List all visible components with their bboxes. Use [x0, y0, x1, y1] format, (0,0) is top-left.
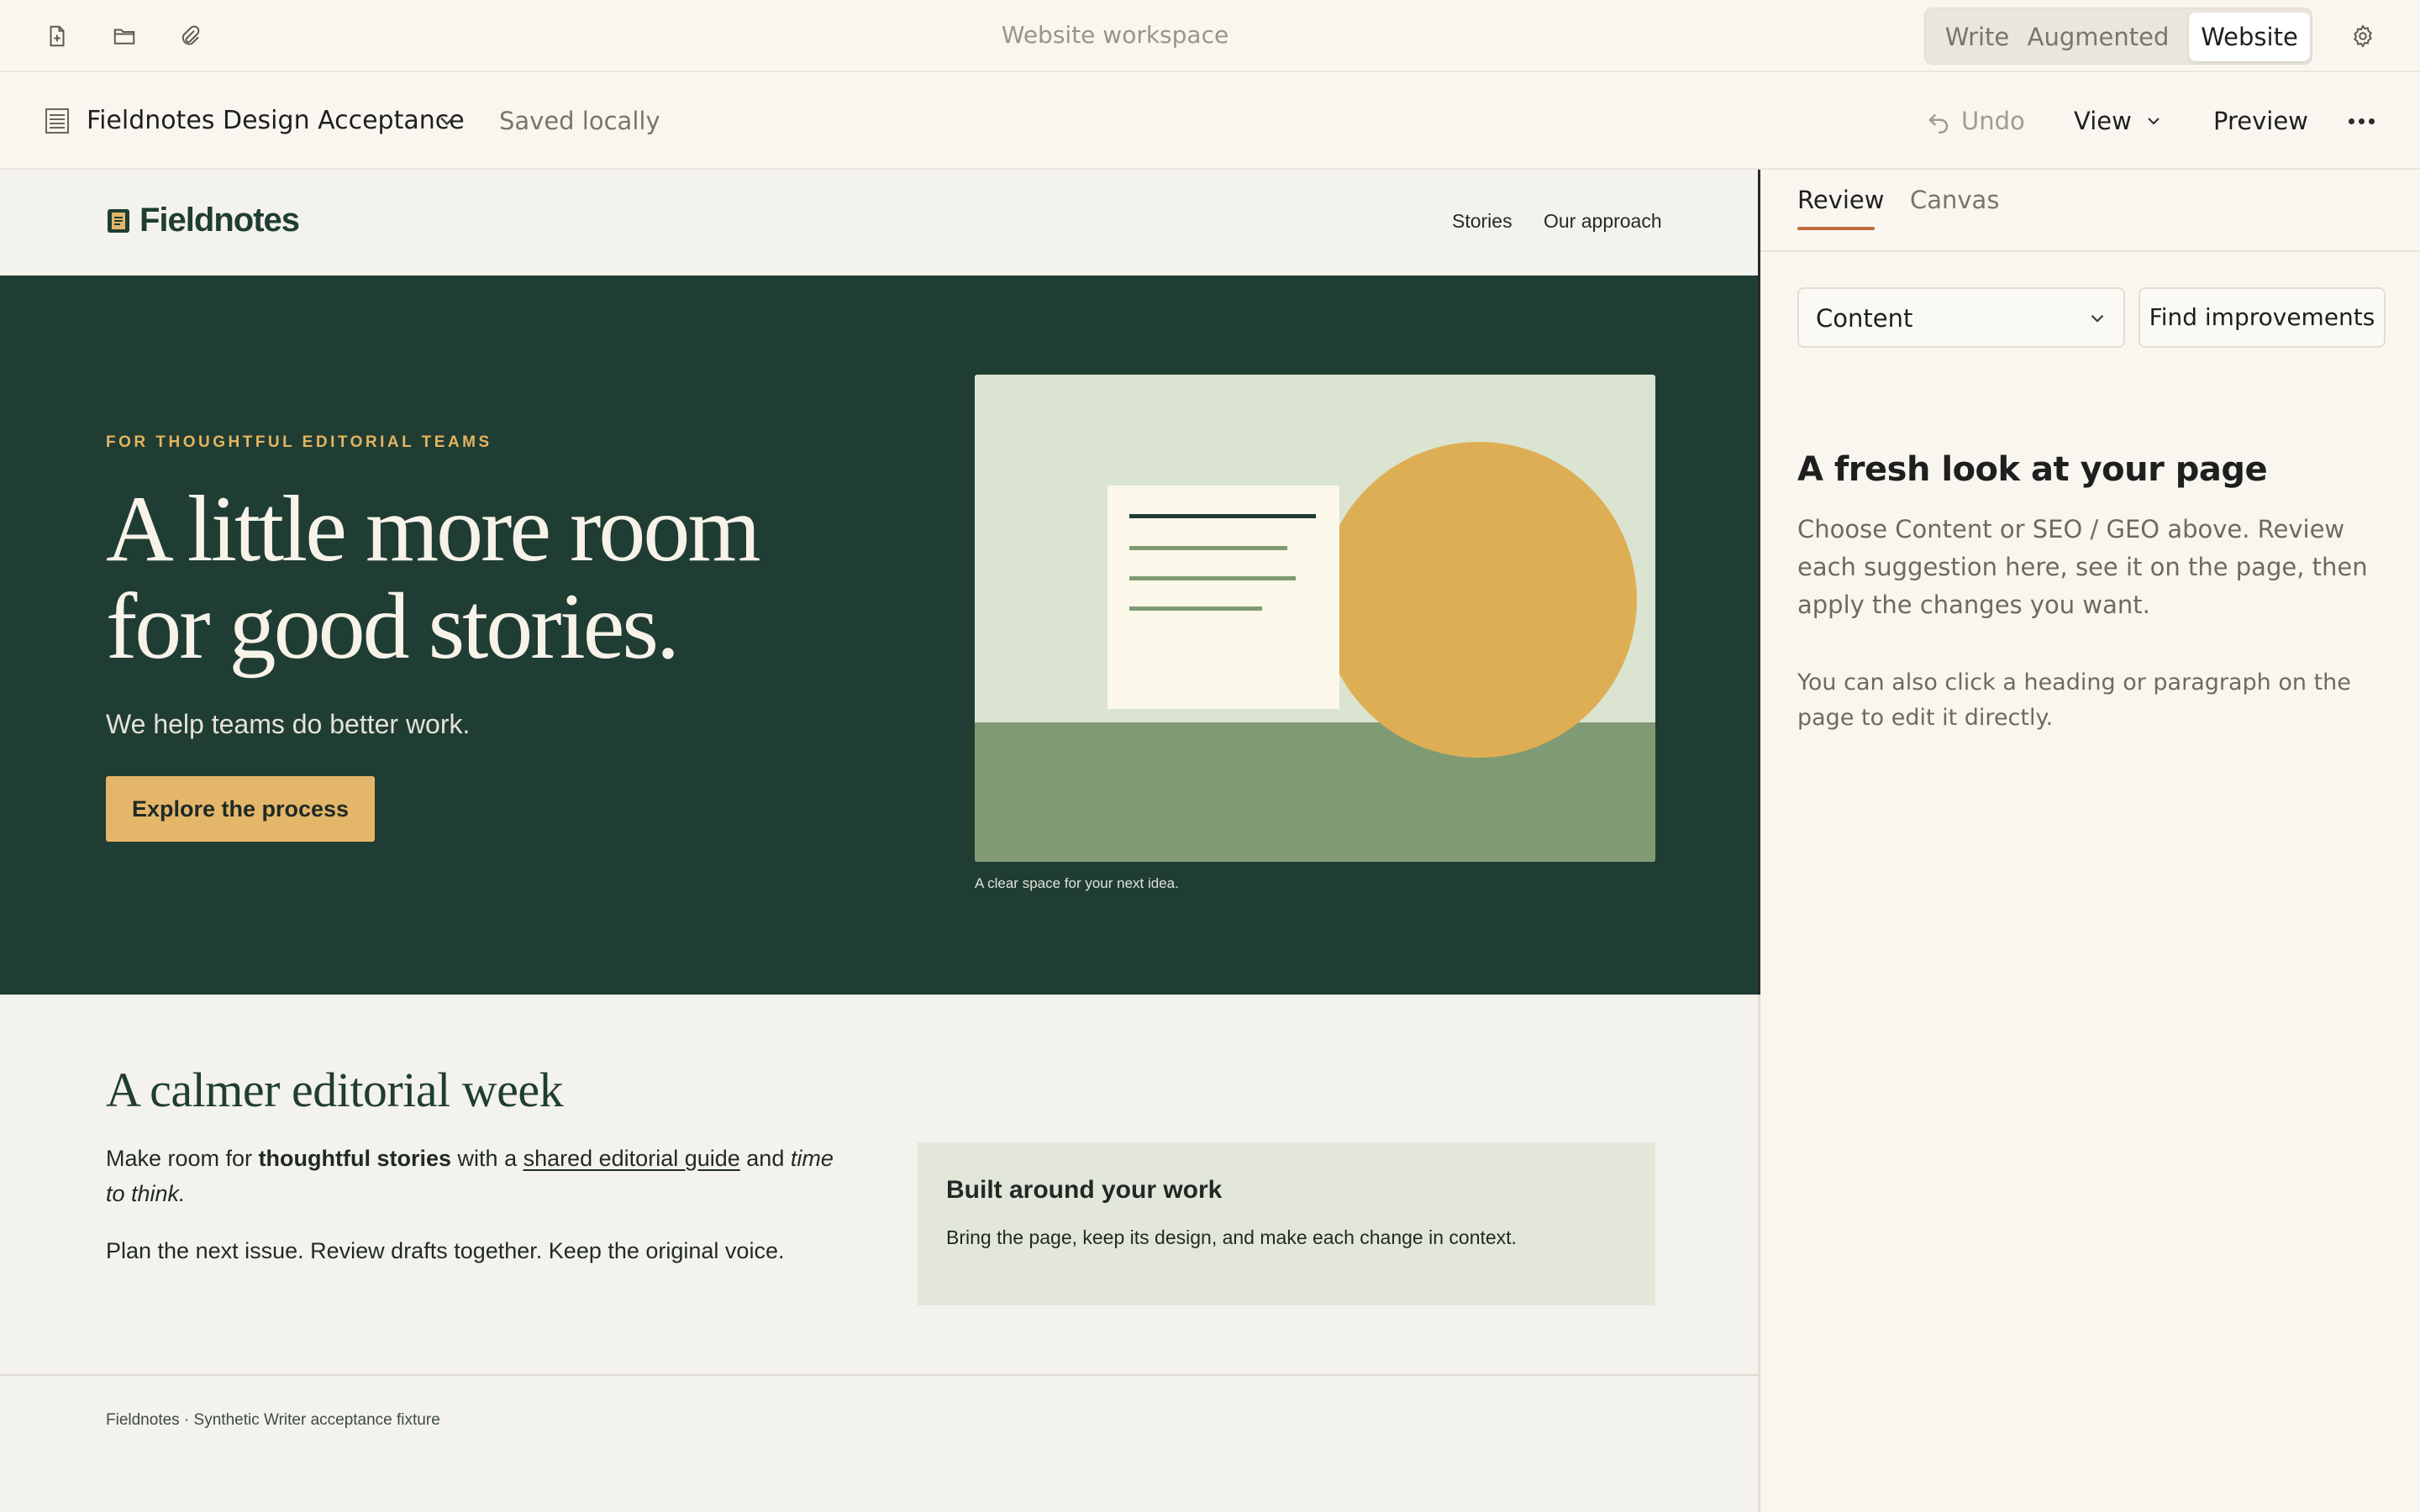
hero-eyebrow[interactable]: FOR THOUGHTFUL EDITORIAL TEAMS — [106, 433, 492, 452]
section-title[interactable]: A calmer editorial week — [106, 1062, 564, 1118]
site-footer: Fieldnotes · Synthetic Writer acceptance… — [0, 1374, 1758, 1512]
review-panel: Review Canvas Content Find improvements … — [1760, 170, 2420, 1512]
tab-canvas[interactable]: Canvas — [1910, 183, 1999, 217]
callout-card: Built around your work Bring the page, k… — [918, 1142, 1655, 1305]
panel-tabs: Review Canvas — [1760, 170, 2420, 252]
chevron-down-icon — [2091, 314, 2104, 323]
undo-button[interactable]: Undo — [1926, 102, 2025, 139]
active-tab-indicator — [1797, 227, 1875, 230]
review-type-select[interactable]: Content — [1797, 287, 2125, 348]
callout-body[interactable]: Bring the page, keep its design, and mak… — [946, 1226, 1517, 1249]
mode-switch: Write Augmented Website — [1924, 8, 2312, 65]
nav-link-stories[interactable]: Stories — [1452, 210, 1512, 233]
site-brand[interactable]: Fieldnotes — [106, 202, 300, 239]
mode-augmented-button[interactable]: Augmented — [2026, 13, 2170, 61]
open-folder-icon[interactable] — [109, 21, 139, 51]
shared-guide-link[interactable]: shared editorial guide — [523, 1146, 740, 1171]
save-status: Saved locally — [499, 107, 660, 135]
document-list-icon — [45, 108, 69, 134]
undo-label: Undo — [1961, 107, 2025, 135]
undo-icon — [1928, 113, 1949, 134]
footer-text[interactable]: Fieldnotes · Synthetic Writer acceptance… — [106, 1411, 440, 1430]
section-paragraph[interactable]: Make room for thoughtful stories with a … — [106, 1141, 845, 1211]
panel-hint: You can also click a heading or paragrap… — [1797, 669, 2351, 731]
mode-website-button[interactable]: Website — [2189, 13, 2310, 61]
preview-button[interactable]: Preview — [2213, 104, 2308, 138]
hero-caption[interactable]: A clear space for your next idea. — [975, 875, 1179, 892]
callout-title[interactable]: Built around your work — [946, 1176, 1222, 1205]
chevron-down-icon — [2148, 118, 2160, 125]
new-file-icon[interactable] — [42, 21, 72, 51]
hero-title-line: A little more room — [106, 477, 761, 581]
explore-process-button[interactable]: Explore the process — [106, 776, 375, 842]
bold-text: thoughtful stories — [258, 1146, 452, 1171]
attachment-icon[interactable] — [175, 21, 205, 51]
nav-link-our-approach[interactable]: Our approach — [1544, 210, 1662, 233]
content-section: A calmer editorial week Make room for th… — [0, 995, 1758, 1376]
hero-section: FOR THOUGHTFUL EDITORIAL TEAMS A little … — [0, 276, 1758, 995]
hero-subtitle[interactable]: We help teams do better work. — [106, 709, 470, 740]
website-canvas: Fieldnotes Stories Our approach FOR THOU… — [0, 170, 1758, 1512]
more-options-icon[interactable] — [2346, 106, 2376, 136]
text-run: with a — [451, 1146, 523, 1171]
hero-illustration — [975, 375, 1655, 862]
hero-title-line: for good stories. — [106, 575, 680, 679]
mode-write-button[interactable]: Write — [1930, 13, 2024, 61]
gear-icon[interactable] — [2348, 21, 2378, 51]
view-menu-button[interactable]: View — [2074, 102, 2164, 139]
panel-instructions: Choose Content or SEO / GEO above. Revie… — [1797, 515, 2368, 619]
document-toolbar: Fieldnotes Design Acceptance Saved local… — [0, 72, 2420, 170]
chevron-down-icon[interactable] — [435, 109, 459, 133]
panel-heading: A fresh look at your page — [1797, 450, 2268, 489]
notebook-icon — [108, 208, 129, 233]
section-paragraph[interactable]: Plan the next issue. Review drafts toget… — [106, 1233, 845, 1268]
document-name[interactable]: Fieldnotes Design Acceptance — [87, 104, 465, 138]
select-value: Content — [1816, 304, 1913, 333]
text-run: Make room for — [106, 1146, 259, 1171]
workspace-title: Website workspace — [1001, 21, 1229, 49]
app-top-bar: Website workspace Write Augmented Websit… — [0, 0, 2420, 72]
view-label: View — [2074, 107, 2132, 135]
site-header: Fieldnotes Stories Our approach — [0, 170, 1758, 276]
brand-name: Fieldnotes — [139, 202, 300, 239]
tab-review[interactable]: Review — [1797, 183, 1884, 217]
find-improvements-button[interactable]: Find improvements — [2139, 287, 2386, 348]
hero-title[interactable]: A little more room for good stories. — [106, 480, 862, 675]
text-run: and — [739, 1146, 791, 1171]
